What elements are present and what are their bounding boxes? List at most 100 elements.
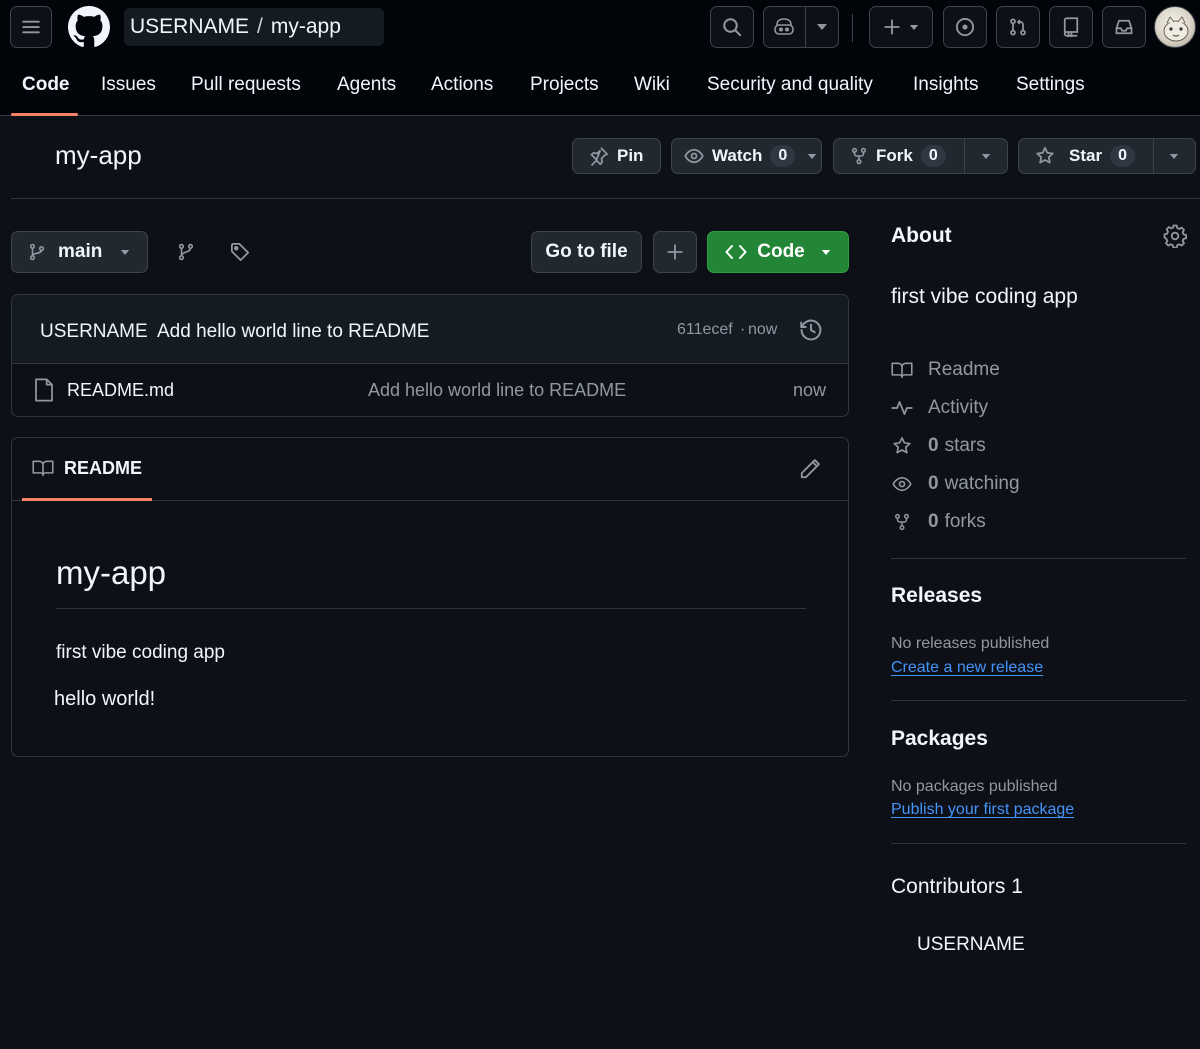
header-divider — [852, 14, 853, 42]
watch-count: 0 — [770, 145, 796, 167]
history-icon[interactable] — [799, 318, 823, 342]
create-new-button[interactable] — [869, 6, 933, 48]
star-icon — [1035, 146, 1055, 166]
git-branch-icon — [177, 242, 195, 262]
file-name[interactable]: README.md — [67, 380, 174, 401]
forks-link[interactable]: 0 forks — [891, 511, 986, 533]
tab-settings[interactable]: Settings — [1016, 74, 1085, 96]
readme-tab[interactable]: README — [22, 438, 152, 501]
repositories-button[interactable] — [1049, 6, 1093, 48]
tab-pull-requests[interactable]: Pull requests — [191, 74, 301, 96]
fork-icon — [891, 512, 913, 532]
copilot-button[interactable] — [763, 6, 839, 48]
book-icon — [891, 361, 913, 379]
fork-label: Fork — [876, 146, 913, 165]
packages-empty-text: No packages published — [891, 778, 1058, 795]
contributors-count: 1 — [1011, 875, 1023, 898]
sidebar-divider — [891, 700, 1186, 701]
copilot-dropdown[interactable] — [804, 7, 838, 47]
tab-security-and-quality[interactable]: Security and quality — [707, 74, 873, 96]
file-commit-message[interactable]: Add hello world line to README — [368, 380, 626, 401]
star-dropdown[interactable] — [1152, 139, 1195, 173]
search-button[interactable] — [710, 6, 754, 48]
tab-code[interactable]: Code — [22, 74, 70, 96]
eye-icon — [891, 474, 913, 494]
readme-link[interactable]: Readme — [891, 359, 1000, 381]
star-button[interactable]: Star 0 — [1019, 139, 1153, 173]
repo-icon — [1061, 17, 1081, 37]
issue-circle-icon — [955, 17, 975, 37]
pull-requests-button[interactable] — [996, 6, 1040, 48]
watch-label: Watch — [712, 146, 763, 165]
chevron-down-icon — [807, 153, 817, 160]
book-icon — [32, 459, 54, 477]
branch-name: main — [58, 241, 103, 262]
activity-link-label: Activity — [928, 397, 989, 418]
branches-link[interactable] — [170, 236, 202, 268]
chevron-down-icon — [1169, 153, 1179, 160]
chevron-down-icon — [821, 249, 831, 256]
commit-dot: · — [740, 321, 746, 338]
tab-insights[interactable]: Insights — [913, 74, 978, 96]
table-row: README.md Add hello world line to README… — [12, 364, 848, 417]
github-logo-icon[interactable] — [68, 6, 110, 48]
contributors-label: Contributors — [891, 875, 1006, 898]
stars-label: stars — [944, 435, 986, 456]
contributors-heading[interactable]: Contributors 1 — [891, 875, 1023, 899]
star-count: 0 — [1110, 145, 1135, 167]
packages-heading[interactable]: Packages — [891, 727, 988, 751]
repo-link[interactable]: my-app — [271, 15, 341, 39]
stars-link[interactable]: 0 stars — [891, 435, 986, 457]
hamburger-icon — [21, 17, 41, 37]
contributor-name[interactable]: USERNAME — [917, 934, 1025, 956]
tags-link[interactable] — [224, 236, 256, 268]
commit-author[interactable]: USERNAME — [40, 321, 148, 343]
pin-button[interactable]: Pin — [572, 138, 661, 174]
releases-heading[interactable]: Releases — [891, 584, 982, 608]
forks-count: 0 — [928, 511, 939, 532]
commit-sha[interactable]: 611ecef — [677, 321, 733, 339]
watching-link[interactable]: 0 watching — [891, 473, 1020, 495]
file-list: USERNAME Add hello world line to README … — [11, 294, 849, 417]
gear-icon[interactable] — [1163, 224, 1187, 248]
heading-rule — [56, 608, 806, 609]
chevron-down-icon — [981, 153, 991, 160]
publish-package-link[interactable]: Publish your first package — [891, 801, 1074, 819]
copilot-icon[interactable] — [764, 7, 805, 47]
add-file-button[interactable] — [653, 231, 697, 273]
tab-issues[interactable]: Issues — [101, 74, 156, 96]
chevron-down-icon — [816, 23, 828, 31]
code-brackets-icon — [725, 243, 747, 261]
forks-label: forks — [944, 511, 986, 532]
go-to-file-button[interactable]: Go to file — [531, 231, 642, 273]
tag-icon — [230, 242, 250, 262]
readme-panel: README my-app first vibe coding app hell… — [11, 437, 849, 757]
tab-agents[interactable]: Agents — [337, 74, 396, 96]
code-button[interactable]: Code — [707, 231, 849, 273]
readme-heading: my-app — [56, 554, 167, 591]
tab-wiki[interactable]: Wiki — [634, 74, 670, 96]
commit-time: now — [748, 321, 778, 338]
title-divider — [11, 198, 1200, 199]
watch-button[interactable]: Watch 0 — [671, 138, 822, 174]
pencil-icon[interactable] — [799, 458, 821, 480]
user-avatar[interactable] — [1154, 6, 1196, 48]
latest-commit-bar: USERNAME Add hello world line to README … — [12, 295, 848, 364]
branch-selector[interactable]: main — [11, 231, 148, 273]
fork-count: 0 — [920, 145, 946, 167]
tab-actions[interactable]: Actions — [431, 74, 493, 96]
readme-tab-label: README — [63, 457, 142, 478]
menu-button[interactable] — [10, 6, 52, 48]
tab-projects[interactable]: Projects — [530, 74, 599, 96]
commit-message[interactable]: Add hello world line to README — [157, 321, 429, 343]
fork-button[interactable]: Fork 0 — [834, 139, 964, 173]
fork-icon — [850, 146, 868, 166]
repo-tabs: Code Issues Pull requests Agents Actions… — [0, 60, 1200, 116]
readme-paragraph: hello world! — [54, 688, 156, 710]
issues-button[interactable] — [943, 6, 987, 48]
inbox-button[interactable] — [1102, 6, 1146, 48]
fork-dropdown[interactable] — [963, 139, 1007, 173]
create-release-link[interactable]: Create a new release — [891, 659, 1043, 677]
owner-link[interactable]: USERNAME — [130, 15, 249, 39]
activity-link[interactable]: Activity — [891, 397, 988, 419]
